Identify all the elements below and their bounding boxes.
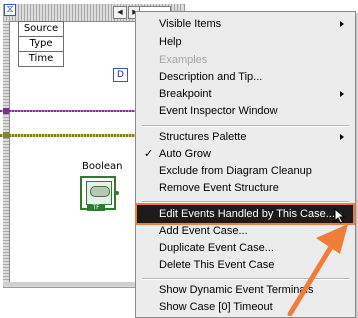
menu-item-breakpoint[interactable]: Breakpoint — [137, 85, 353, 103]
menu-item-label: Breakpoint — [159, 88, 212, 100]
menu-item-label: Add Event Case... — [159, 225, 248, 237]
menu-separator — [142, 125, 349, 127]
submenu-arrow-icon — [340, 134, 344, 140]
menu-item-auto-grow[interactable]: ✓ Auto Grow — [137, 145, 353, 163]
menu-item-label: Remove Event Structure — [159, 182, 279, 194]
event-structure-timeout-icon[interactable]: ⧖ — [4, 4, 16, 16]
event-data-item[interactable]: Source — [19, 21, 63, 36]
event-data-node[interactable]: Source Type Time — [18, 21, 64, 67]
boolean-output-connector[interactable] — [115, 191, 119, 195]
boolean-label: Boolean — [82, 161, 123, 172]
menu-item-event-inspector-window[interactable]: Event Inspector Window — [137, 102, 353, 120]
menu-item-label: Show Case [0] Timeout — [159, 301, 273, 313]
menu-item-exclude-from-diagram-cleanup[interactable]: Exclude from Diagram Cleanup — [137, 162, 353, 180]
boolean-button-icon — [90, 186, 110, 197]
menu-separator — [142, 201, 349, 203]
previous-case-arrow-icon[interactable]: ◀ — [113, 6, 127, 19]
boolean-control-icon — [86, 181, 112, 205]
submenu-arrow-icon — [340, 21, 344, 27]
menu-item-remove-event-structure[interactable]: Remove Event Structure — [137, 179, 353, 197]
menu-item-label: Structures Palette — [159, 131, 247, 143]
dynamic-registration-terminal[interactable]: D — [113, 68, 128, 82]
boolean-type-tag: TF — [87, 204, 105, 211]
menu-item-label: Visible Items — [159, 18, 222, 30]
menu-item-label: Description and Tip... — [159, 71, 263, 83]
purple-wire-tunnel[interactable] — [3, 108, 9, 114]
boolean-terminal[interactable]: TF — [80, 176, 116, 211]
event-data-item[interactable]: Type — [19, 36, 63, 51]
menu-item-structures-palette[interactable]: Structures Palette — [137, 128, 353, 146]
error-cluster-wire[interactable] — [0, 134, 140, 137]
menu-item-label: Delete This Event Case — [159, 259, 275, 271]
menu-item-examples: Examples — [137, 51, 353, 69]
event-data-item[interactable]: Time — [19, 51, 63, 66]
menu-item-label: Examples — [159, 54, 208, 66]
submenu-arrow-icon — [340, 91, 344, 97]
annotation-arrow-icon — [287, 224, 348, 316]
menu-item-label: Event Inspector Window — [159, 105, 278, 117]
menu-item-label: Exclude from Diagram Cleanup — [159, 165, 312, 177]
menu-item-description-and-tip[interactable]: Description and Tip... — [137, 68, 353, 86]
error-cluster-tunnel[interactable] — [3, 132, 9, 138]
menu-item-label: Auto Grow — [159, 148, 211, 160]
menu-item-edit-events-handled[interactable]: Edit Events Handled by This Case... — [135, 203, 355, 225]
menu-item-help[interactable]: Help — [137, 33, 353, 51]
checkmark-icon: ✓ — [144, 148, 154, 160]
menu-item-label: Duplicate Event Case... — [159, 242, 274, 254]
menu-item-label: Edit Events Handled by This Case... — [159, 208, 335, 220]
menu-item-label: Help — [159, 36, 182, 48]
purple-wire[interactable] — [0, 110, 140, 112]
menu-item-visible-items[interactable]: Visible Items — [137, 15, 353, 33]
